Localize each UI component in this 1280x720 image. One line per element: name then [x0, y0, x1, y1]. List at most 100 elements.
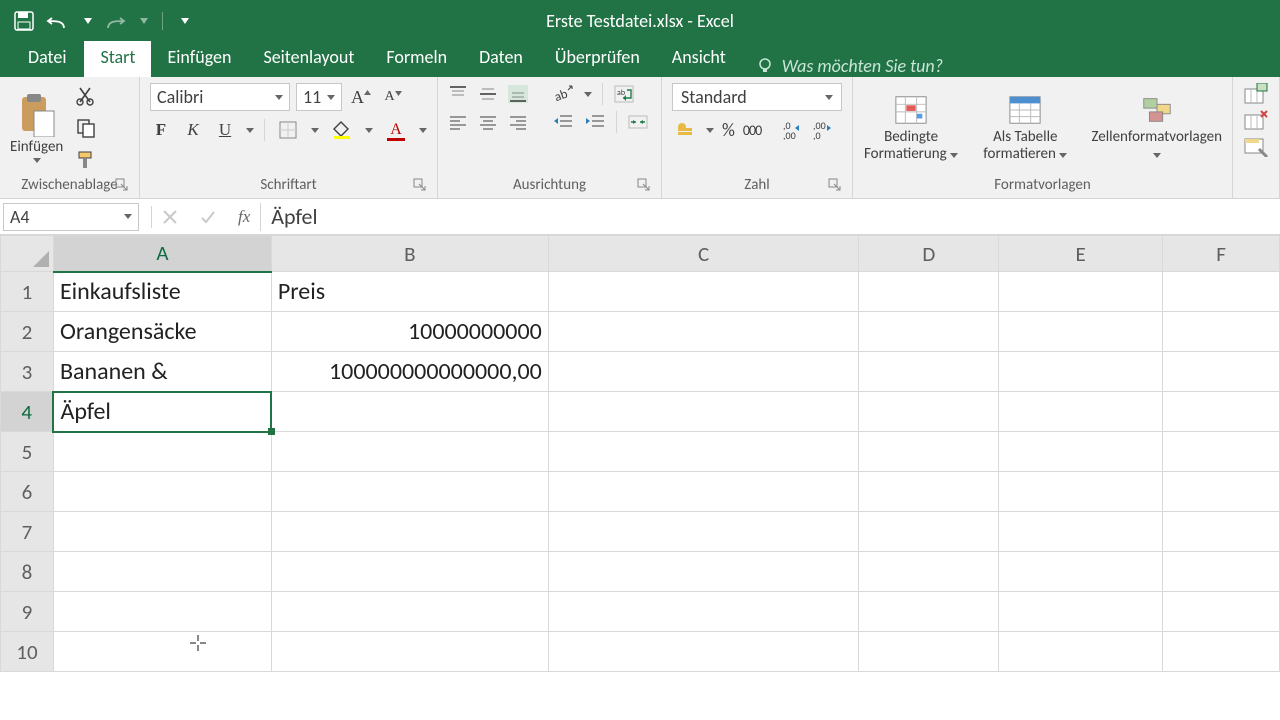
cell-c8[interactable]: [548, 552, 859, 592]
comma-icon[interactable]: 000: [743, 122, 761, 139]
align-top-icon[interactable]: [448, 85, 468, 103]
border-dropdown-icon[interactable]: [311, 128, 319, 133]
cell-e5[interactable]: [999, 432, 1163, 472]
cell-c6[interactable]: [548, 472, 859, 512]
cell-d5[interactable]: [859, 432, 999, 472]
undo-icon[interactable]: [46, 9, 70, 33]
select-all-corner[interactable]: [1, 236, 54, 272]
cell-e1[interactable]: [999, 272, 1163, 312]
cell-d2[interactable]: [859, 312, 999, 352]
launcher-icon[interactable]: [637, 178, 651, 192]
col-header-e[interactable]: E: [999, 236, 1163, 272]
underline-button[interactable]: U: [214, 120, 236, 140]
cell-styles-button[interactable]: Zellenformatvorlagen: [1091, 93, 1222, 164]
cell-f8[interactable]: [1163, 552, 1280, 592]
cell-c7[interactable]: [548, 512, 859, 552]
tab-formulas[interactable]: Formeln: [370, 38, 463, 77]
col-header-b[interactable]: B: [271, 236, 548, 272]
cell-d1[interactable]: [859, 272, 999, 312]
cell-e9[interactable]: [999, 592, 1163, 632]
cell-d4[interactable]: [859, 392, 999, 432]
cell-c5[interactable]: [548, 432, 859, 472]
cell-a7[interactable]: [53, 512, 271, 552]
cell-d8[interactable]: [859, 552, 999, 592]
fx-icon[interactable]: fx: [238, 207, 250, 227]
undo-dropdown-icon[interactable]: [84, 18, 92, 24]
cell-c4[interactable]: [548, 392, 859, 432]
row-header-1[interactable]: 1: [1, 272, 54, 312]
tell-me-search[interactable]: Was möchten Sie tun?: [742, 55, 943, 77]
cell-f4[interactable]: [1163, 392, 1280, 432]
align-left-icon[interactable]: [448, 114, 468, 130]
fill-handle[interactable]: [268, 428, 275, 435]
copy-icon[interactable]: [73, 115, 99, 141]
cell-b3[interactable]: 100000000000000,00: [271, 352, 548, 392]
row-header-10[interactable]: 10: [1, 632, 54, 672]
cell-a6[interactable]: [53, 472, 271, 512]
orientation-dropdown-icon[interactable]: [584, 92, 592, 97]
tab-insert[interactable]: Einfügen: [151, 38, 247, 77]
shrink-font-icon[interactable]: A: [380, 84, 406, 110]
tab-pagelayout[interactable]: Seitenlayout: [247, 38, 370, 77]
fontcolor-dropdown-icon[interactable]: [419, 128, 427, 133]
orientation-icon[interactable]: ab: [552, 84, 574, 104]
cell-e4[interactable]: [999, 392, 1163, 432]
format-painter-icon[interactable]: [73, 147, 99, 173]
row-header-8[interactable]: 8: [1, 552, 54, 592]
font-name-select[interactable]: Calibri: [150, 83, 290, 111]
cell-a4[interactable]: Äpfel: [53, 392, 271, 432]
cell-d6[interactable]: [859, 472, 999, 512]
tab-view[interactable]: Ansicht: [656, 38, 742, 77]
cell-e3[interactable]: [999, 352, 1163, 392]
cell-c10[interactable]: [548, 632, 859, 672]
align-center-icon[interactable]: [478, 114, 498, 130]
align-middle-icon[interactable]: [478, 85, 498, 103]
grow-font-icon[interactable]: A: [348, 84, 374, 110]
cell-e2[interactable]: [999, 312, 1163, 352]
cell-a9[interactable]: [53, 592, 271, 632]
bold-button[interactable]: F: [150, 120, 172, 140]
cell-a10[interactable]: [53, 632, 271, 672]
cell-a1[interactable]: Einkaufsliste: [53, 272, 271, 312]
cell-b6[interactable]: [271, 472, 548, 512]
merge-center-icon[interactable]: [627, 112, 649, 132]
cell-d9[interactable]: [859, 592, 999, 632]
tab-review[interactable]: Überprüfen: [539, 38, 656, 77]
cell-b4[interactable]: [271, 392, 548, 432]
row-header-7[interactable]: 7: [1, 512, 54, 552]
cell-a5[interactable]: [53, 432, 271, 472]
cell-a2[interactable]: Orangensäcke: [53, 312, 271, 352]
cell-d7[interactable]: [859, 512, 999, 552]
cell-b2[interactable]: 10000000000: [271, 312, 548, 352]
cell-d10[interactable]: [859, 632, 999, 672]
tab-file[interactable]: Datei: [10, 38, 84, 77]
cell-b7[interactable]: [271, 512, 548, 552]
formula-input[interactable]: Äpfel: [261, 203, 1280, 230]
cell-d3[interactable]: [859, 352, 999, 392]
cell-b1[interactable]: Preis: [271, 272, 548, 312]
cell-c1[interactable]: [548, 272, 859, 312]
col-header-a[interactable]: A: [53, 236, 271, 272]
row-header-2[interactable]: 2: [1, 312, 54, 352]
increase-indent-icon[interactable]: [584, 113, 606, 131]
decrease-indent-icon[interactable]: [552, 113, 574, 131]
row-header-6[interactable]: 6: [1, 472, 54, 512]
cell-e6[interactable]: [999, 472, 1163, 512]
align-bottom-icon[interactable]: [508, 85, 528, 103]
row-header-4[interactable]: 4: [1, 392, 54, 432]
cell-a3[interactable]: Bananen &: [53, 352, 271, 392]
cell-e8[interactable]: [999, 552, 1163, 592]
format-table-button[interactable]: Als Tabelle formatieren: [977, 93, 1073, 164]
font-size-select[interactable]: 11: [296, 83, 342, 111]
col-header-d[interactable]: D: [859, 236, 999, 272]
paste-button[interactable]: Einfügen: [10, 93, 63, 163]
currency-icon[interactable]: [672, 117, 698, 143]
font-color-icon[interactable]: A: [383, 117, 409, 143]
cell-c3[interactable]: [548, 352, 859, 392]
cell-b9[interactable]: [271, 592, 548, 632]
cell-b8[interactable]: [271, 552, 548, 592]
italic-button[interactable]: K: [182, 120, 204, 140]
launcher-icon[interactable]: [115, 178, 129, 192]
align-right-icon[interactable]: [508, 114, 528, 130]
delete-cells-icon[interactable]: [1243, 109, 1269, 131]
